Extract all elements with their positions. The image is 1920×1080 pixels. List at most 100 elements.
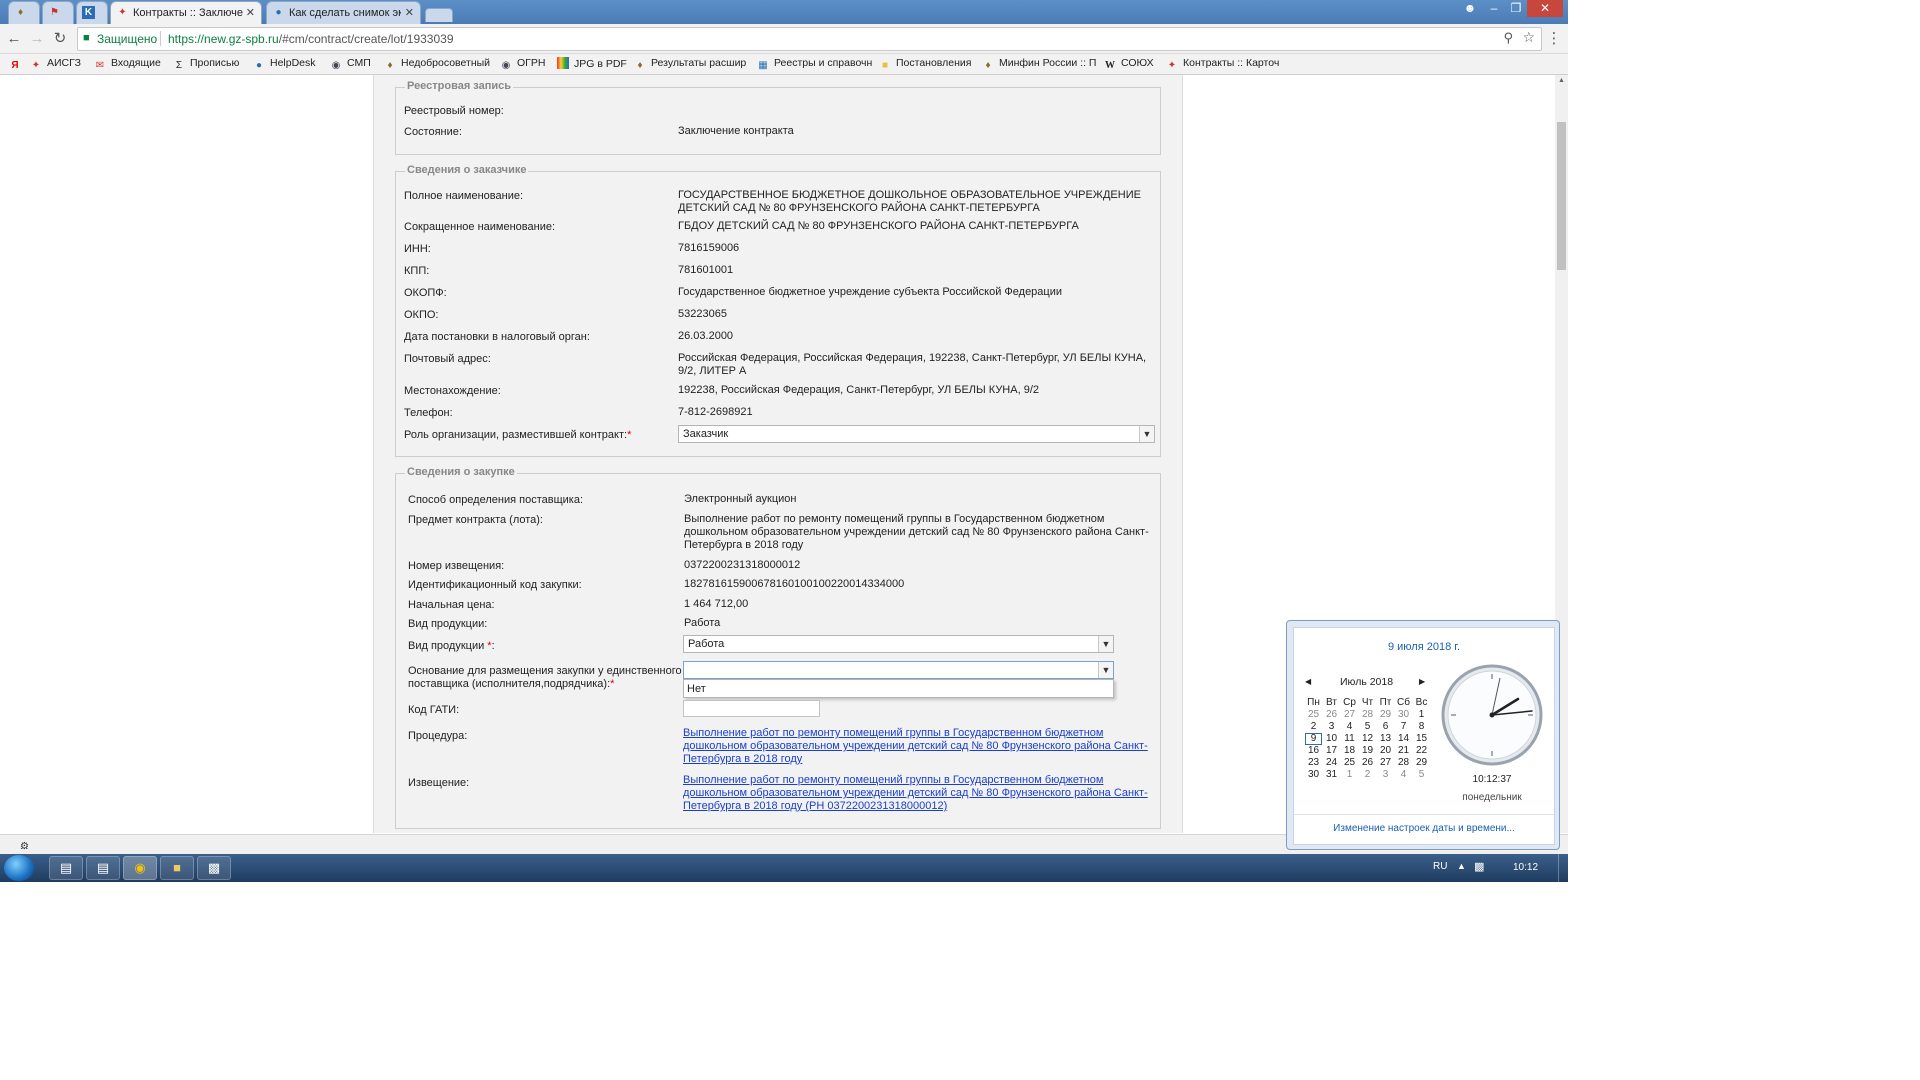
- calendar-day[interactable]: 10: [1323, 733, 1340, 744]
- tab-pinned-1[interactable]: ♦: [8, 1, 40, 24]
- calendar-day[interactable]: 30: [1395, 709, 1412, 720]
- next-month-icon[interactable]: ▶: [1419, 677, 1425, 686]
- calendar-day[interactable]: 13: [1377, 733, 1394, 744]
- calendar-day[interactable]: 1: [1413, 709, 1430, 720]
- calendar-day[interactable]: 30: [1305, 769, 1322, 780]
- calendar-day[interactable]: 15: [1413, 733, 1430, 744]
- calendar-day[interactable]: 4: [1395, 769, 1412, 780]
- calendar-day[interactable]: 2: [1359, 769, 1376, 780]
- calendar-day[interactable]: 8: [1413, 721, 1430, 732]
- show-desktop-button[interactable]: [1558, 854, 1569, 882]
- calendar-day[interactable]: 29: [1377, 709, 1394, 720]
- star-icon[interactable]: ☆: [1522, 29, 1535, 46]
- calendar-day[interactable]: 20: [1377, 745, 1394, 756]
- zoom-icon[interactable]: ⚲: [1503, 30, 1513, 46]
- menu-icon[interactable]: ⋮: [1544, 29, 1564, 49]
- calendar-day[interactable]: 25: [1341, 757, 1358, 768]
- long-date-heading[interactable]: 9 июля 2018 г.: [1294, 641, 1554, 653]
- calendar-day[interactable]: 17: [1323, 745, 1340, 756]
- calendar-day[interactable]: 11: [1341, 733, 1358, 744]
- calendar-day-today[interactable]: 9: [1305, 733, 1322, 745]
- bookmark-registries[interactable]: ▦ Реестры и справочн: [757, 57, 872, 72]
- profile-icon[interactable]: ☻: [1459, 0, 1481, 17]
- prev-month-icon[interactable]: ◀: [1305, 677, 1311, 686]
- tab-screenshot-howto[interactable]: ● Как сделать снимок экр ✕: [266, 1, 421, 24]
- bookmark-jpg-pdf[interactable]: JPG в PDF: [557, 57, 627, 70]
- calendar-day[interactable]: 6: [1377, 721, 1394, 732]
- calendar-day[interactable]: 25: [1305, 709, 1322, 720]
- bookmark-postanovleniya[interactable]: ■ Постановления: [879, 57, 972, 72]
- calendar-day[interactable]: 19: [1359, 745, 1376, 756]
- tray-expand-icon[interactable]: ▲: [1457, 861, 1466, 871]
- bookmark-smp[interactable]: ◉ СМП: [330, 57, 371, 72]
- tab-pinned-3[interactable]: K: [76, 1, 108, 24]
- bookmark-helpdesk[interactable]: ● HelpDesk: [253, 57, 316, 72]
- close-icon[interactable]: ✕: [405, 6, 414, 19]
- chevron-down-icon[interactable]: ▼: [1098, 636, 1113, 652]
- calendar-day[interactable]: 26: [1323, 709, 1340, 720]
- procedure-link[interactable]: Выполнение работ по ремонту помещений гр…: [683, 727, 1153, 766]
- taskbar-clock[interactable]: 10:12: [1513, 862, 1538, 873]
- bookmark-soyuz[interactable]: W СОЮХ: [1104, 57, 1154, 72]
- basis-select[interactable]: ▼: [683, 661, 1114, 679]
- calendar-day[interactable]: 2: [1305, 721, 1322, 732]
- bookmark-minfin[interactable]: ♦ Минфин России :: П: [982, 57, 1096, 72]
- role-select[interactable]: Заказчик ▼: [678, 425, 1155, 443]
- calendar-day[interactable]: 28: [1359, 709, 1376, 720]
- taskbar-app-folder[interactable]: ■: [160, 856, 194, 880]
- close-window-icon[interactable]: ✕: [1527, 0, 1563, 17]
- tab-pinned-2[interactable]: ⚑: [42, 1, 74, 24]
- calendar-day[interactable]: 18: [1341, 745, 1358, 756]
- back-icon[interactable]: ←: [4, 29, 24, 49]
- chevron-down-icon[interactable]: ▼: [1098, 662, 1113, 678]
- taskbar-app-explorer-windows[interactable]: ▤: [49, 856, 83, 880]
- calendar-day[interactable]: 14: [1395, 733, 1412, 744]
- calendar-day[interactable]: 23: [1305, 757, 1322, 768]
- calendar-day[interactable]: 22: [1413, 745, 1430, 756]
- calendar-day[interactable]: 3: [1377, 769, 1394, 780]
- scroll-up-icon[interactable]: ▲: [1558, 77, 1565, 84]
- basis-option-none[interactable]: Нет: [687, 683, 706, 695]
- gati-code-input[interactable]: [683, 700, 820, 717]
- chevron-down-icon[interactable]: ▼: [1139, 426, 1154, 442]
- calendar-day[interactable]: 31: [1323, 769, 1340, 780]
- calendar-day[interactable]: 3: [1323, 721, 1340, 732]
- new-tab-button[interactable]: [425, 8, 453, 22]
- calendar-day[interactable]: 4: [1341, 721, 1358, 732]
- forward-icon[interactable]: →: [27, 29, 47, 49]
- taskbar-app-remote[interactable]: ▩: [197, 856, 231, 880]
- bookmark-propisyu[interactable]: Σ Прописью: [173, 57, 239, 72]
- network-icon[interactable]: ▩: [1474, 860, 1484, 873]
- notice-link[interactable]: Выполнение работ по ремонту помещений гр…: [683, 774, 1153, 813]
- bookmark-inbox[interactable]: ✉ Входящие: [94, 57, 161, 72]
- bookmark-contracts-card[interactable]: ✦ Контракты :: Карточ: [1166, 57, 1280, 72]
- minimize-icon[interactable]: –: [1483, 0, 1505, 17]
- bookmark-yandex[interactable]: Я: [9, 57, 26, 72]
- language-indicator[interactable]: RU: [1433, 861, 1447, 872]
- calendar-day[interactable]: 26: [1359, 757, 1376, 768]
- calendar-day[interactable]: 5: [1359, 721, 1376, 732]
- restore-icon[interactable]: ❐: [1505, 0, 1527, 17]
- tab-contracts[interactable]: ✦ Контракты :: Заключени ✕: [110, 1, 262, 24]
- scroll-thumb[interactable]: [1557, 122, 1566, 270]
- reload-icon[interactable]: ↻: [50, 29, 70, 49]
- calendar-day[interactable]: 29: [1413, 757, 1430, 768]
- calendar-day[interactable]: 12: [1359, 733, 1376, 744]
- calendar-day[interactable]: 16: [1305, 745, 1322, 756]
- change-datetime-settings-link[interactable]: Изменение настроек даты и времени...: [1294, 823, 1554, 834]
- start-button[interactable]: [4, 855, 34, 881]
- calendar-day[interactable]: 27: [1341, 709, 1358, 720]
- calendar-day[interactable]: 21: [1395, 745, 1412, 756]
- bookmark-aisgz[interactable]: ✦ АИСГЗ: [30, 57, 81, 72]
- calendar-day[interactable]: 7: [1395, 721, 1412, 732]
- taskbar-app-chrome[interactable]: ◉: [123, 856, 157, 880]
- product-type-select[interactable]: Работа ▼: [683, 635, 1114, 653]
- calendar-day[interactable]: 24: [1323, 757, 1340, 768]
- month-title[interactable]: Июль 2018: [1340, 676, 1393, 688]
- bookmark-results[interactable]: ♦ Результаты расшир: [634, 57, 746, 72]
- bookmark-nedobrosovestny[interactable]: ♦ Недобросоветный: [384, 57, 490, 72]
- close-icon[interactable]: ✕: [246, 6, 255, 19]
- taskbar-app-notepad[interactable]: ▤: [86, 856, 120, 880]
- calendar-day[interactable]: 28: [1395, 757, 1412, 768]
- bookmark-ogrn[interactable]: ◉ ОГРН: [500, 57, 546, 72]
